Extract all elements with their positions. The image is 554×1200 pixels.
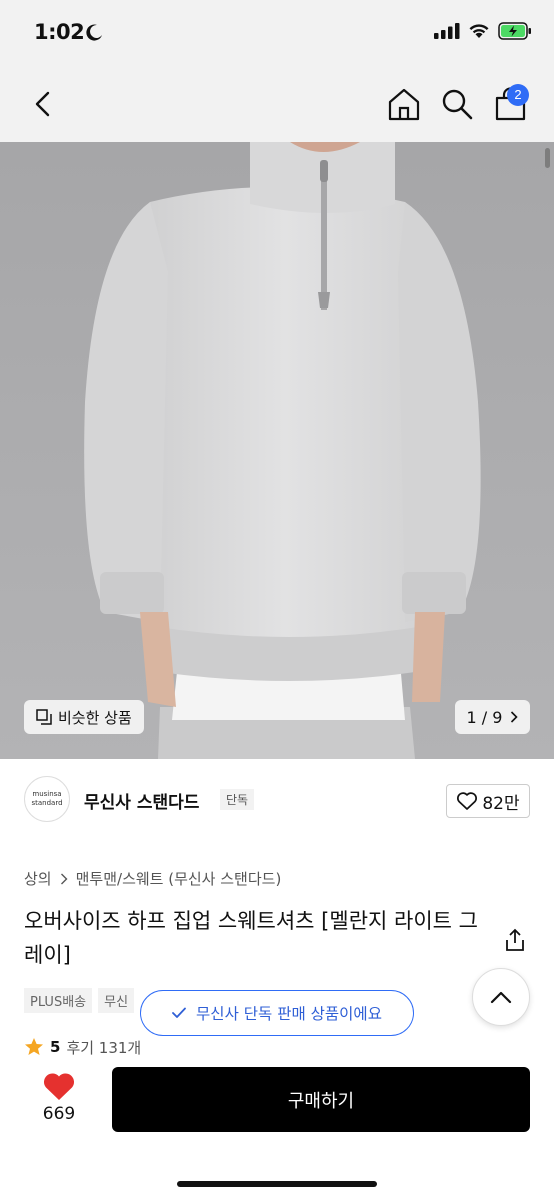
rating-row[interactable]: 5 후기 131개 [24,1036,141,1058]
brand-row: musinsa standard 무신사 스탠다드 단독 82만 [24,776,530,826]
do-not-disturb-moon-icon [86,24,102,41]
product-photo-sweatshirt [0,142,554,759]
similar-copy-icon [36,709,52,725]
brand-logo[interactable]: musinsa standard [24,776,70,822]
page-indicator-text: 1 / 9 [466,707,503,727]
breadcrumb-item-sweatshirt[interactable]: 맨투맨/스웨트 (무신사 스탠다드) [76,868,282,889]
exclusive-toast: 무신사 단독 판매 상품이에요 [140,990,414,1036]
wifi-icon [469,24,489,38]
product-title: 오버사이즈 하프 집업 스웨트셔츠 [멜란지 라이트 그레이] [24,909,478,967]
product-image-carousel[interactable] [0,142,554,759]
breadcrumb-item-top[interactable]: 상의 [24,868,52,889]
home-indicator [177,1181,377,1187]
heart-filled-icon [43,1073,75,1100]
search-icon[interactable] [440,86,474,122]
home-icon[interactable] [386,86,422,122]
chevron-right-icon [511,711,519,723]
buy-button[interactable]: 구매하기 [112,1067,530,1132]
share-icon[interactable] [504,928,526,952]
star-icon [25,1038,43,1055]
top-navigation [0,66,554,142]
shipping-tags: PLUS배송 무신 [24,988,135,1013]
review-count: 후기 131개 [66,1038,142,1057]
exclusive-badge: 단독 [220,789,255,810]
signal-icon [434,23,460,39]
tag-plus-delivery: PLUS배송 [24,988,93,1013]
brand-logo-text-1: musinsa [32,790,62,798]
rating-score: 5 [50,1038,61,1056]
brand-like-button[interactable]: 82만 [446,784,530,818]
image-page-indicator[interactable]: 1 / 9 [455,700,530,734]
wishlist-button[interactable]: 669 [36,1070,82,1124]
status-bar: 1:02 [0,0,554,66]
status-icons [434,22,532,40]
similar-products-button[interactable]: 비슷한 상품 [24,700,144,734]
scroll-top-button[interactable] [472,968,530,1026]
breadcrumb-chevron-icon [60,873,68,884]
battery-charging-icon [498,22,531,40]
status-time: 1:02 [34,20,85,44]
wishlist-count: 669 [42,1104,76,1124]
similar-products-label: 비슷한 상품 [58,708,132,727]
cart-count-badge: 2 [507,84,529,106]
brand-like-count: 82만 [482,793,520,814]
tag-musinsa: 무신 [98,988,135,1013]
heart-outline-icon [457,792,478,810]
scroll-indicator [545,148,550,168]
purchase-bar: 669 구매하기 [0,1058,554,1200]
brand-logo-text-2: standard [31,799,63,807]
breadcrumb: 상의 맨투맨/스웨트 (무신사 스탠다드) [24,868,281,889]
back-arrow-icon[interactable] [28,88,58,120]
chevron-up-icon [490,991,512,1004]
check-icon [172,1007,186,1018]
toast-text: 무신사 단독 판매 상품이에요 [196,1005,382,1023]
brand-name[interactable]: 무신사 스탠다드 [84,788,199,813]
